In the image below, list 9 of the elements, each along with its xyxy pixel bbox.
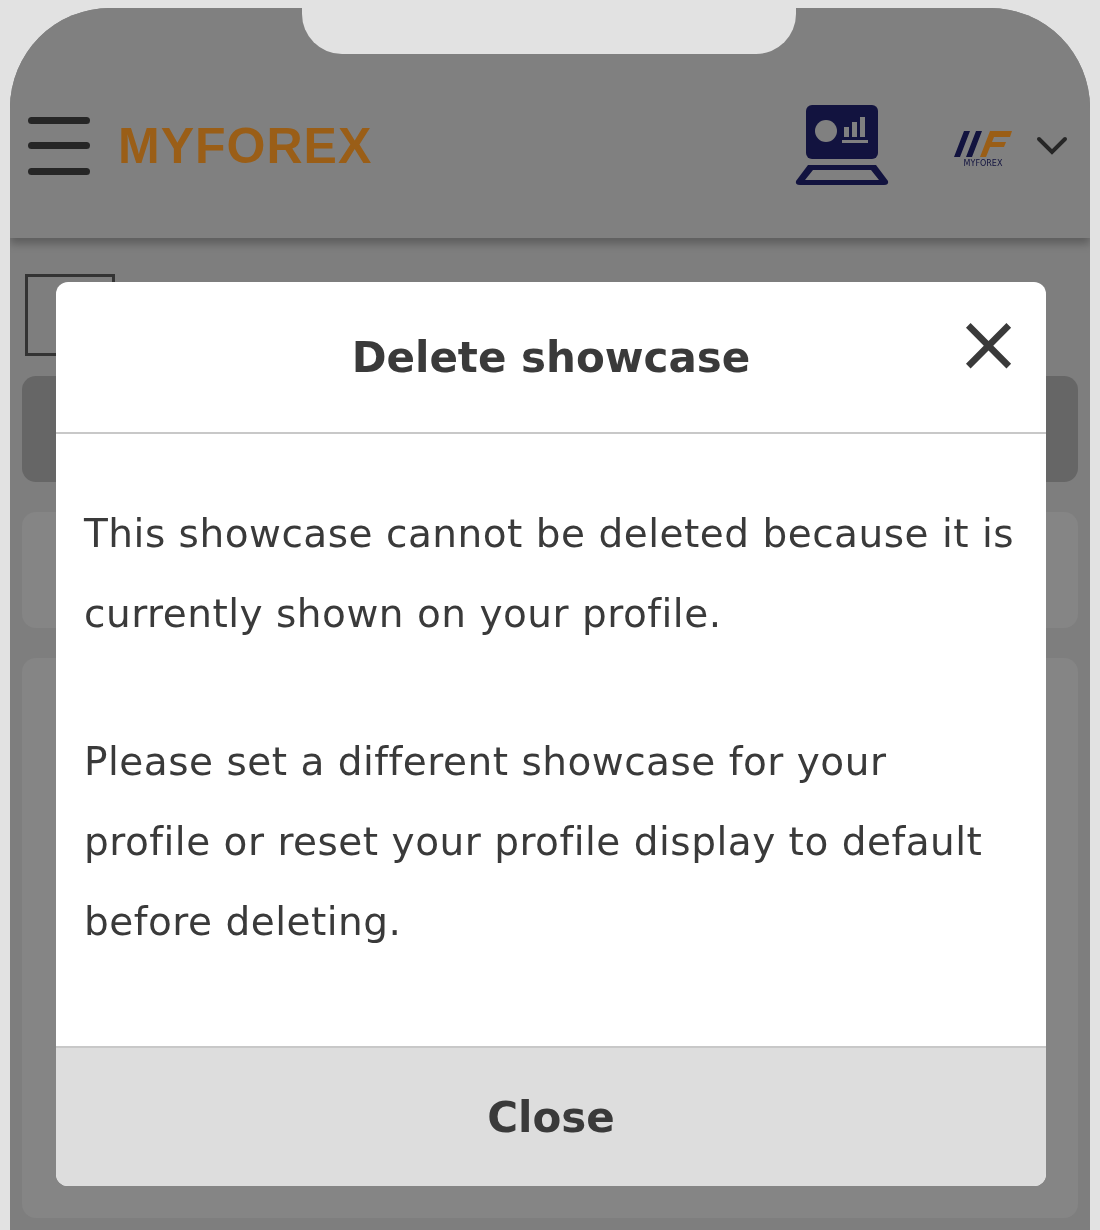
close-button[interactable]: Close xyxy=(56,1046,1046,1186)
chevron-down-icon[interactable] xyxy=(1036,135,1068,156)
account-logo[interactable]: MYFOREX xyxy=(950,123,1016,168)
brand-caption: MYFOREX xyxy=(963,159,1003,168)
dialog-message: Please set a different showcase for your profile or reset your profile display to default before deleting. xyxy=(84,738,984,946)
computer-chart-icon[interactable] xyxy=(794,104,890,187)
dialog-message: This showcase cannot be deleted because it is currently shown on your profile. xyxy=(84,510,1016,638)
menu-icon[interactable] xyxy=(28,116,90,175)
dialog-title: Delete showcase xyxy=(351,332,751,382)
